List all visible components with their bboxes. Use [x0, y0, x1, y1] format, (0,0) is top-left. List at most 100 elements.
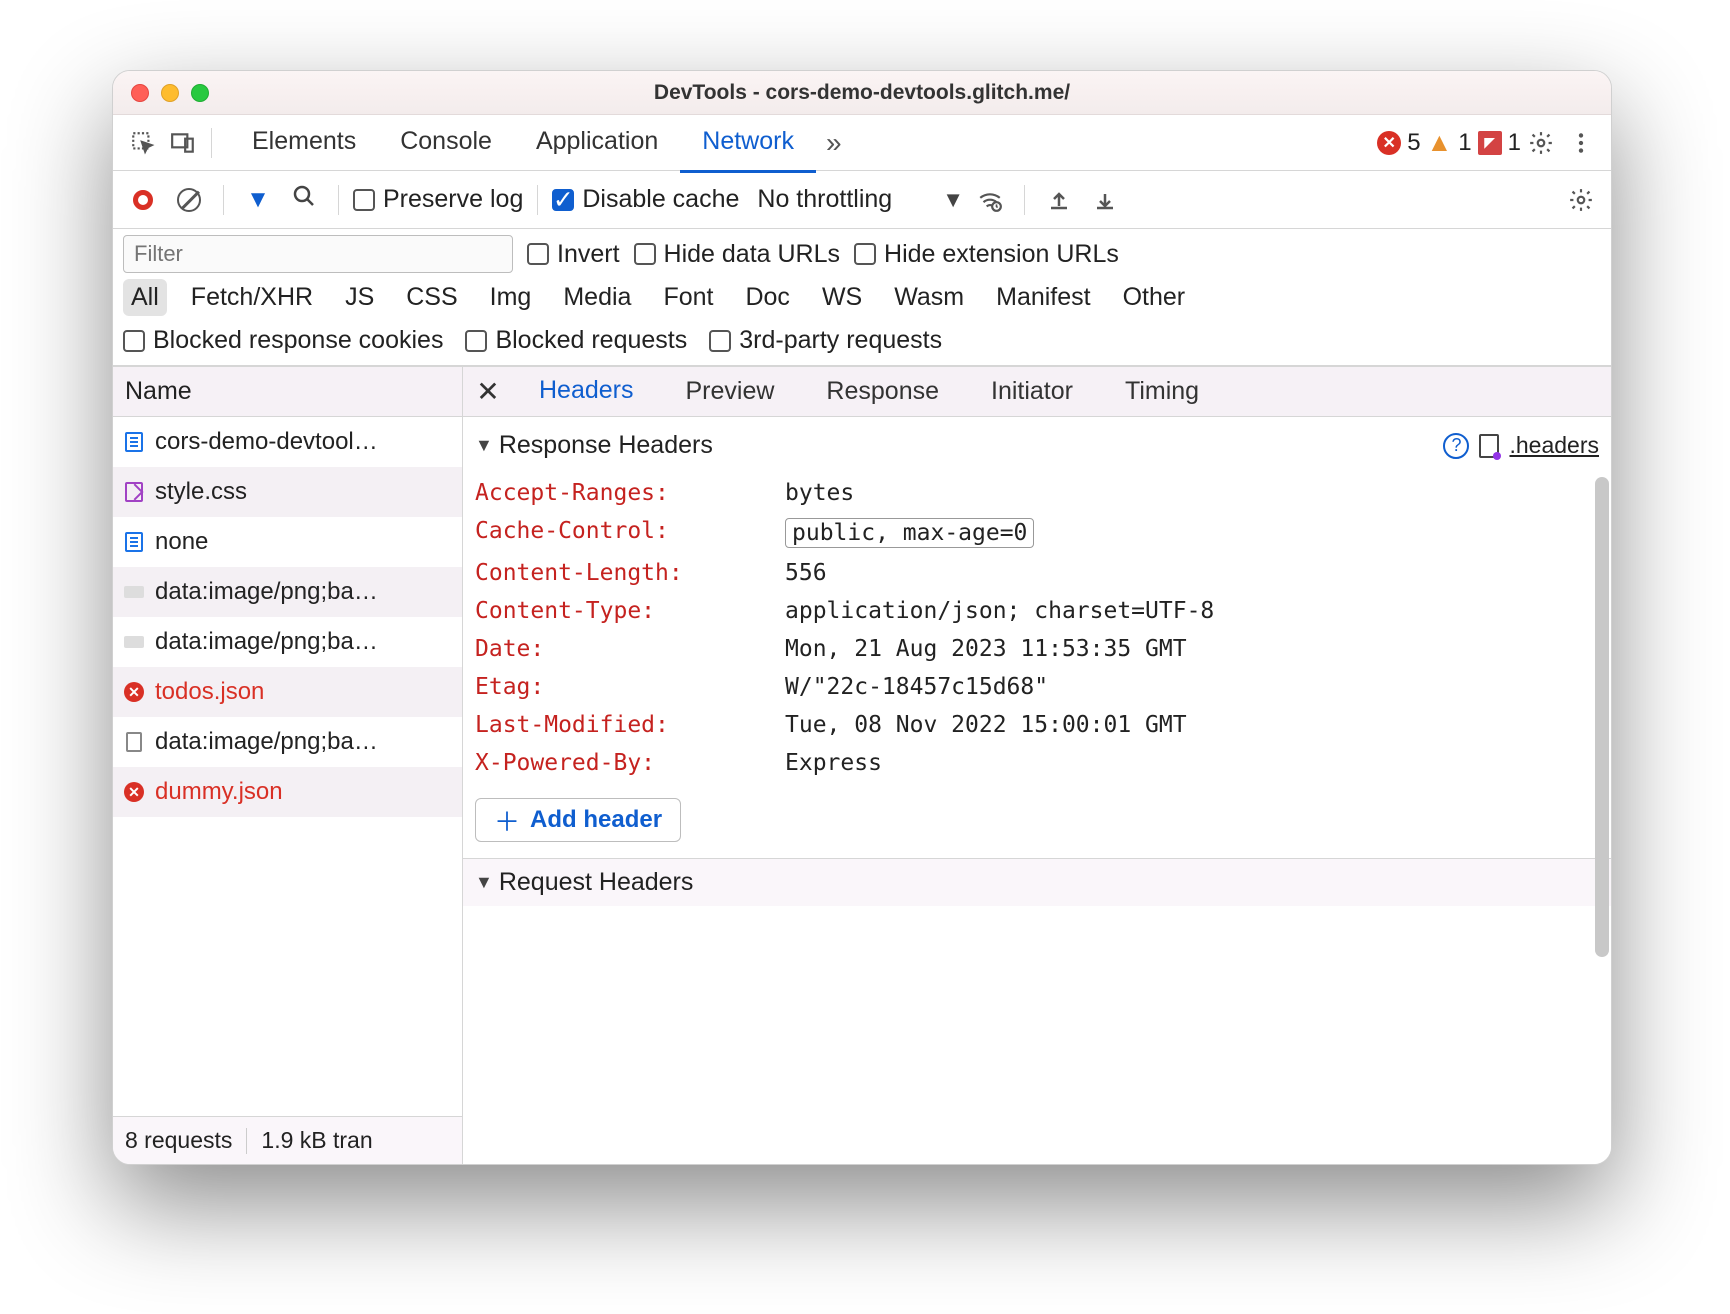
- type-chip-doc[interactable]: Doc: [737, 279, 797, 316]
- request-row[interactable]: data:image/png;ba…: [113, 717, 462, 767]
- window-close-button[interactable]: [131, 84, 149, 102]
- header-value: Mon, 21 Aug 2023 11:53:35 GMT: [785, 636, 1187, 662]
- issue-counts: ✕ 5 ▲ 1 ◤ 1: [1377, 127, 1521, 158]
- header-value[interactable]: public, max-age=0: [785, 518, 1034, 548]
- header-name: Accept-Ranges:: [475, 480, 785, 506]
- type-chip-ws[interactable]: WS: [814, 279, 870, 316]
- request-row[interactable]: cors-demo-devtool…: [113, 417, 462, 467]
- name-column-header[interactable]: Name: [113, 367, 462, 417]
- header-value: application/json; charset=UTF-8: [785, 598, 1214, 624]
- error-icon: ✕: [123, 781, 145, 803]
- upload-har-button[interactable]: [1039, 180, 1079, 220]
- tab-elements[interactable]: Elements: [230, 113, 378, 173]
- document-icon: [123, 431, 145, 453]
- file-override-icon[interactable]: [1479, 434, 1499, 458]
- download-har-button[interactable]: [1085, 180, 1125, 220]
- detail-tab-response[interactable]: Response: [800, 366, 965, 418]
- image-icon: [123, 581, 145, 603]
- blocked-cookies-checkbox[interactable]: Blocked response cookies: [123, 326, 443, 355]
- device-toolbar-icon[interactable]: [163, 123, 203, 163]
- preserve-log-checkbox[interactable]: Preserve log: [353, 185, 523, 214]
- search-button[interactable]: [284, 180, 324, 220]
- checkbox-icon: [634, 243, 656, 265]
- header-name: Last-Modified:: [475, 712, 785, 738]
- kebab-menu-icon[interactable]: [1561, 123, 1601, 163]
- scrollbar[interactable]: [1595, 477, 1609, 957]
- disable-cache-checkbox[interactable]: ✓ Disable cache: [552, 185, 739, 214]
- type-chip-media[interactable]: Media: [555, 279, 639, 316]
- blocked-requests-checkbox[interactable]: Blocked requests: [465, 326, 687, 355]
- tab-application[interactable]: Application: [514, 113, 680, 173]
- throttling-select[interactable]: No throttling ▼: [757, 185, 964, 214]
- blocked-cookies-label: Blocked response cookies: [153, 326, 443, 355]
- detail-body: ▼ Response Headers ? .headers Accept-Ran…: [463, 417, 1611, 1164]
- warning-count[interactable]: ▲ 1: [1427, 127, 1472, 158]
- details-pane: ✕ Headers Preview Response Initiator Tim…: [463, 367, 1611, 1164]
- separator: [211, 128, 212, 158]
- type-chip-img[interactable]: Img: [482, 279, 540, 316]
- help-icon[interactable]: ?: [1443, 433, 1469, 459]
- settings-gear-icon[interactable]: [1521, 123, 1561, 163]
- type-chip-manifest[interactable]: Manifest: [988, 279, 1098, 316]
- request-name: style.css: [155, 478, 247, 506]
- detail-tab-preview[interactable]: Preview: [660, 366, 801, 418]
- record-button[interactable]: [123, 180, 163, 220]
- request-row[interactable]: data:image/png;ba…: [113, 567, 462, 617]
- third-party-checkbox[interactable]: 3rd-party requests: [709, 326, 942, 355]
- tab-network[interactable]: Network: [680, 113, 816, 173]
- invert-label: Invert: [557, 240, 620, 269]
- type-chip-all[interactable]: All: [123, 279, 167, 316]
- type-chip-font[interactable]: Font: [655, 279, 721, 316]
- header-row: Date:Mon, 21 Aug 2023 11:53:35 GMT: [463, 630, 1611, 668]
- checkbox-checked-icon: ✓: [552, 189, 574, 211]
- type-chip-fetch[interactable]: Fetch/XHR: [183, 279, 321, 316]
- tab-console[interactable]: Console: [378, 113, 514, 173]
- headers-file-link[interactable]: .headers: [1509, 432, 1599, 459]
- inspect-element-icon[interactable]: [123, 123, 163, 163]
- header-row: Cache-Control:public, max-age=0: [463, 512, 1611, 554]
- stylesheet-icon: [123, 481, 145, 503]
- window-minimize-button[interactable]: [161, 84, 179, 102]
- type-chip-css[interactable]: CSS: [398, 279, 465, 316]
- window-maximize-button[interactable]: [191, 84, 209, 102]
- more-tabs-icon[interactable]: »: [816, 127, 852, 159]
- detail-tab-initiator[interactable]: Initiator: [965, 366, 1099, 418]
- issue-count[interactable]: ◤ 1: [1478, 129, 1521, 157]
- invert-checkbox[interactable]: Invert: [527, 240, 620, 269]
- filter-toggle-button[interactable]: ▼: [238, 180, 278, 220]
- type-chip-other[interactable]: Other: [1115, 279, 1194, 316]
- detail-tab-timing[interactable]: Timing: [1099, 366, 1225, 418]
- funnel-icon: ▼: [246, 186, 270, 214]
- type-chip-wasm[interactable]: Wasm: [886, 279, 972, 316]
- request-headers-section[interactable]: ▼ Request Headers: [463, 858, 1611, 906]
- request-name: todos.json: [155, 678, 264, 706]
- request-name: dummy.json: [155, 778, 283, 806]
- filter-input[interactable]: [123, 235, 513, 273]
- disclosure-triangle-icon: ▼: [475, 435, 493, 456]
- request-row[interactable]: style.css: [113, 467, 462, 517]
- request-name: cors-demo-devtool…: [155, 428, 378, 456]
- header-row: X-Powered-By:Express: [463, 744, 1611, 782]
- header-name: Etag:: [475, 674, 785, 700]
- add-header-button[interactable]: ＋ Add header: [475, 798, 681, 842]
- disable-cache-label: Disable cache: [582, 185, 739, 214]
- request-row[interactable]: ✕todos.json: [113, 667, 462, 717]
- issue-icon: ◤: [1478, 131, 1502, 155]
- request-row[interactable]: none: [113, 517, 462, 567]
- network-settings-gear-icon[interactable]: [1561, 180, 1601, 220]
- detail-tab-headers[interactable]: Headers: [513, 366, 660, 420]
- close-details-button[interactable]: ✕: [463, 367, 513, 417]
- header-value: 556: [785, 560, 827, 586]
- checkbox-icon: [123, 330, 145, 352]
- network-conditions-button[interactable]: [970, 180, 1010, 220]
- hide-data-urls-checkbox[interactable]: Hide data URLs: [634, 240, 840, 269]
- filter-row: Invert Hide data URLs Hide extension URL…: [113, 229, 1611, 273]
- type-chip-js[interactable]: JS: [337, 279, 382, 316]
- error-count[interactable]: ✕ 5: [1377, 129, 1420, 157]
- request-name: data:image/png;ba…: [155, 578, 378, 606]
- response-headers-section[interactable]: ▼ Response Headers ? .headers: [463, 417, 1611, 474]
- clear-button[interactable]: [169, 180, 209, 220]
- hide-extension-urls-checkbox[interactable]: Hide extension URLs: [854, 240, 1119, 269]
- request-row[interactable]: data:image/png;ba…: [113, 617, 462, 667]
- request-row[interactable]: ✕ dummy.json: [113, 767, 462, 817]
